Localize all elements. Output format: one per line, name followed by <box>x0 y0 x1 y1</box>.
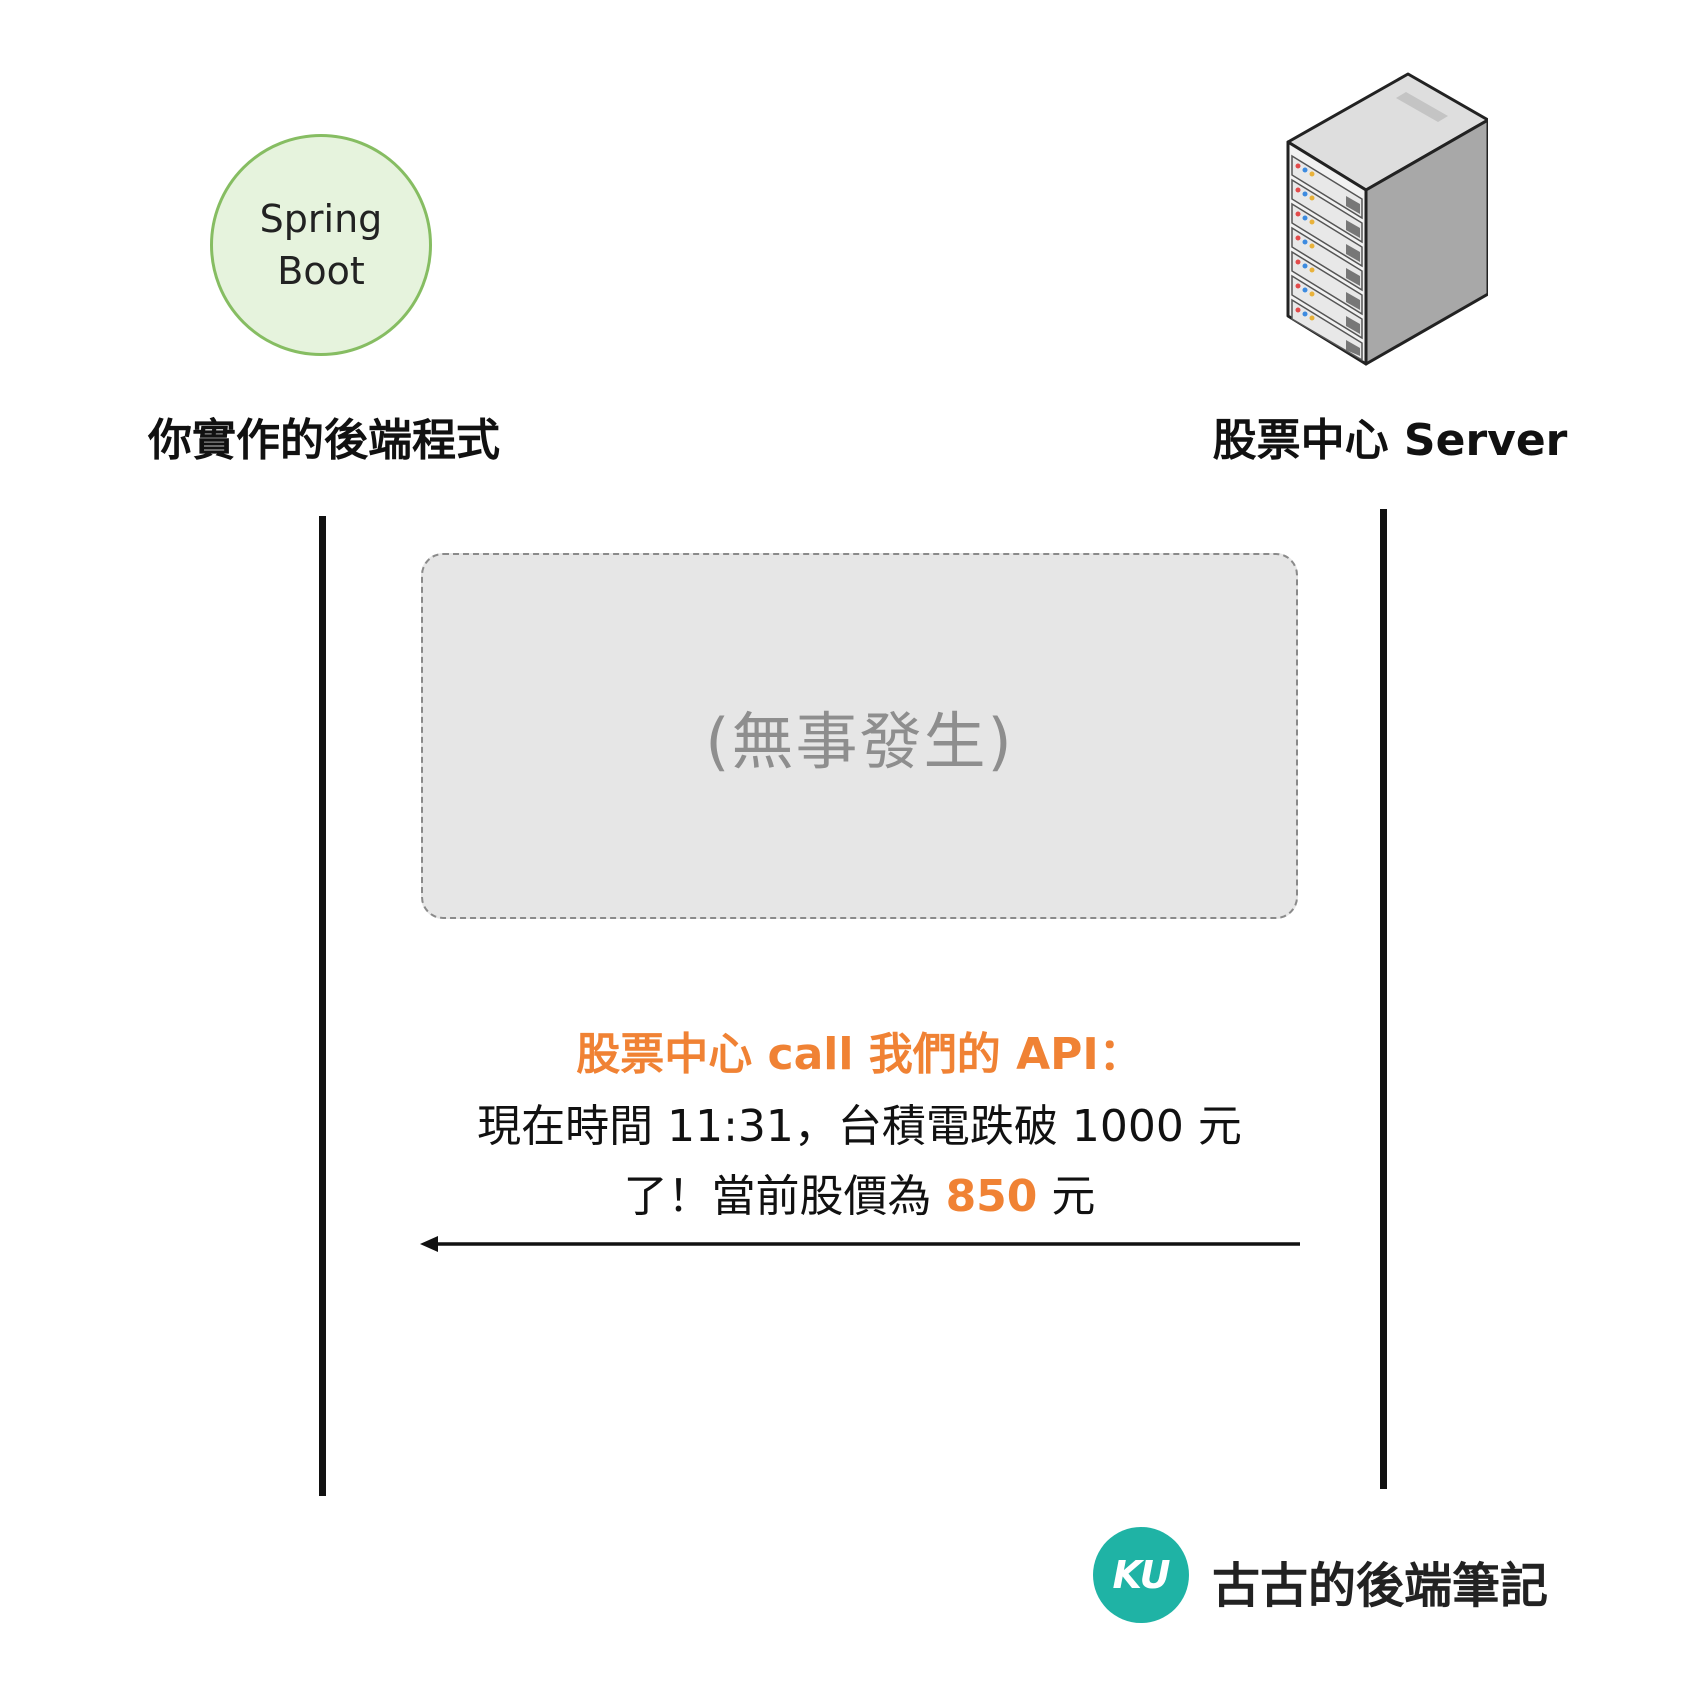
message-line-1: 現在時間 11:31，台積電跌破 1000 元 <box>477 1101 1242 1152</box>
stock-center-server-label: 股票中心 Server <box>1212 415 1568 466</box>
message-line-2-suffix: 元 <box>1037 1171 1096 1222</box>
nothing-happens-text: (無事發生) <box>705 705 1014 778</box>
server-lifeline <box>1380 509 1387 1489</box>
brand-logo-text: KU <box>1112 1553 1171 1597</box>
spring-boot-circle: Spring Boot <box>210 134 432 356</box>
message-arrow <box>420 1236 1300 1252</box>
message-line-2: 了！當前股價為 850 元 <box>421 1160 1298 1224</box>
message-title: 股票中心 call 我們的 API： <box>576 1029 1143 1080</box>
backend-program-label: 你實作的後端程式 <box>148 415 500 466</box>
ku-logo-icon: KU <box>1093 1527 1189 1623</box>
backend-lifeline <box>319 516 326 1496</box>
message-line-2-prefix: 了！當前股價為 <box>623 1171 946 1222</box>
stock-price-value: 850 <box>945 1171 1038 1222</box>
nothing-happens-box: (無事發生) <box>421 553 1298 919</box>
arrow-head-icon <box>420 1236 438 1252</box>
server-rack-icon <box>1286 72 1488 366</box>
brand-name: 古古的後端筆記 <box>1212 1558 1549 1614</box>
spring-boot-text-line1: Spring <box>259 197 383 241</box>
spring-boot-text-line2: Boot <box>277 249 365 293</box>
